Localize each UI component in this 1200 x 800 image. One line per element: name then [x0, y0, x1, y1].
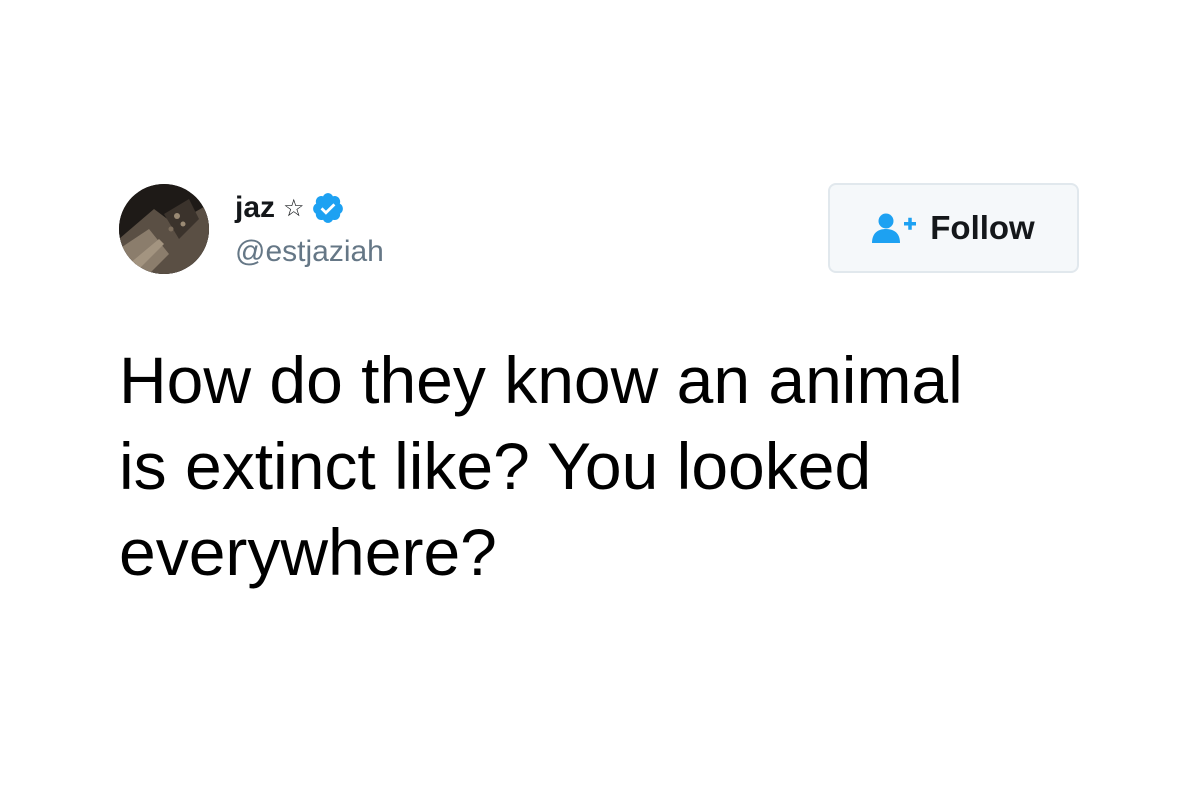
star-emoji: ☆ — [283, 194, 305, 222]
verified-badge-icon — [311, 191, 345, 225]
follow-button[interactable]: Follow — [828, 183, 1079, 273]
handle[interactable]: @estjaziah — [235, 232, 384, 272]
avatar-image — [119, 184, 209, 274]
name-row: jaz ☆ — [235, 188, 384, 228]
avatar[interactable] — [119, 184, 209, 274]
user-info: jaz ☆ @estjaziah — [235, 188, 384, 272]
tweet-card: jaz ☆ @estjaziah Follow How do they know… — [0, 0, 1200, 800]
follow-button-label: Follow — [930, 209, 1035, 246]
display-name[interactable]: jaz — [235, 188, 275, 228]
add-user-icon — [872, 213, 918, 243]
tweet-text: How do they know an animal is extinct li… — [119, 343, 963, 589]
